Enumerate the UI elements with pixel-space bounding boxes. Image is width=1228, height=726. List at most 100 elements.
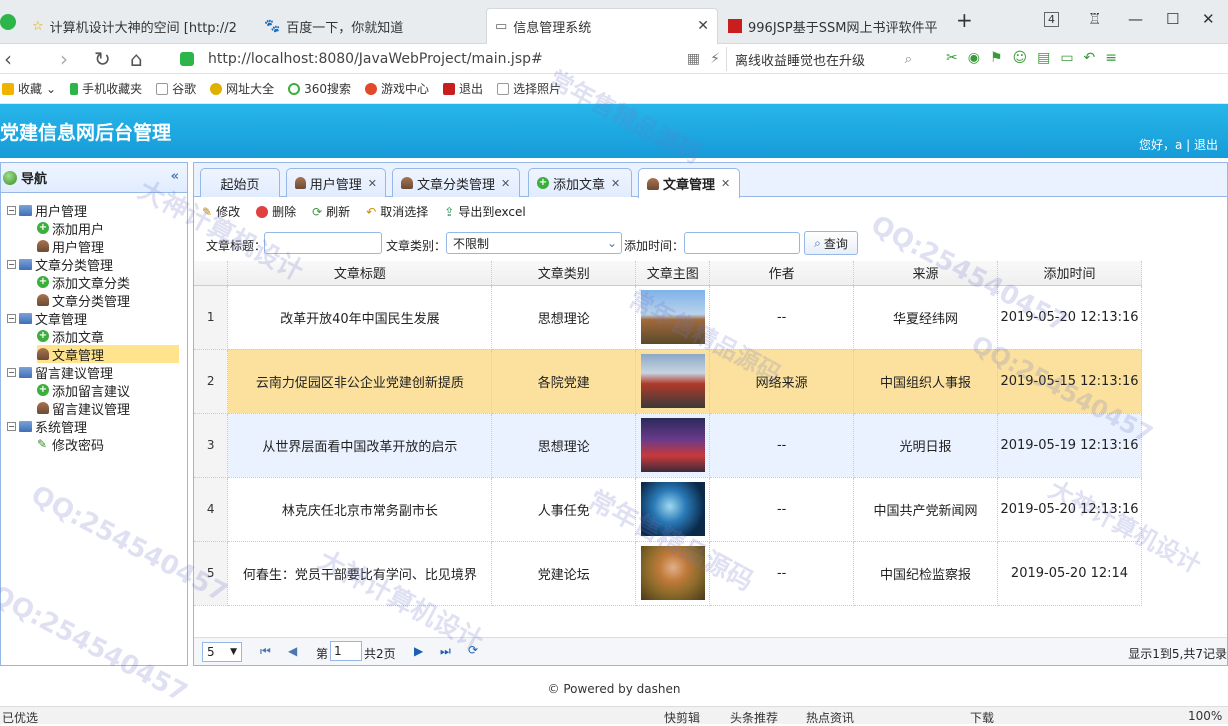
bookmark-google[interactable]: 谷歌 bbox=[156, 80, 196, 97]
qr-icon[interactable]: ▦ bbox=[687, 51, 700, 67]
collapse-node-icon[interactable]: − bbox=[7, 313, 16, 323]
prev-page-icon[interactable]: ◀ bbox=[288, 644, 297, 658]
bookmark-photos[interactable]: 选择照片 bbox=[497, 80, 561, 97]
close-tab-icon[interactable]: ✕ bbox=[611, 177, 620, 190]
bookmark-exit[interactable]: 退出 bbox=[443, 80, 483, 97]
sidebar-item[interactable]: − 文章管理 bbox=[7, 309, 87, 328]
bookmark-games[interactable]: 游戏中心 bbox=[365, 80, 429, 97]
search-icon[interactable]: ⌕ bbox=[905, 52, 912, 67]
status-item[interactable]: 头条推荐 bbox=[730, 709, 778, 726]
back-icon[interactable]: ‹ bbox=[4, 47, 12, 71]
home-icon[interactable]: ⌂ bbox=[130, 47, 143, 71]
nav-globe-icon bbox=[3, 170, 17, 185]
bookmark-hao[interactable]: 网址大全 bbox=[210, 80, 274, 97]
user-icon bbox=[401, 177, 413, 189]
page-size-select[interactable]: 5 ▼ bbox=[202, 642, 242, 662]
shirt-icon[interactable]: ♖ bbox=[1088, 10, 1101, 28]
refresh-icon: ⟳ bbox=[312, 204, 323, 219]
url-field[interactable]: http://localhost:8080/JavaWebProject/mai… bbox=[180, 47, 720, 71]
sidebar-item[interactable]: − 系统管理 bbox=[7, 417, 87, 436]
zoom-level[interactable]: 100% bbox=[1188, 709, 1222, 723]
table-row[interactable]: 1 改革开放40年中国民生发展 思想理论 -- 华夏经纬网 2019-05-20… bbox=[194, 285, 1142, 350]
sidebar-item[interactable]: + 添加留言建议 bbox=[37, 381, 130, 400]
collapse-node-icon[interactable]: − bbox=[7, 367, 16, 377]
search-field[interactable]: 离线收益睡觉也在升级 ⌕ bbox=[726, 47, 926, 71]
tab-article-manage[interactable]: 文章管理 ✕ bbox=[638, 168, 740, 198]
close-tab-icon[interactable]: ✕ bbox=[721, 177, 730, 190]
sidebar-item[interactable]: − 留言建议管理 bbox=[7, 363, 113, 382]
table-row[interactable]: 3 从世界层面看中国改革开放的启示 思想理论 -- 光明日报 2019-05-1… bbox=[194, 413, 1142, 478]
column-header[interactable]: 作者 bbox=[709, 261, 855, 286]
tab-count-badge[interactable]: 4 bbox=[1044, 12, 1059, 27]
collapse-node-icon[interactable]: − bbox=[7, 259, 16, 269]
sidebar-item[interactable]: − 用户管理 bbox=[7, 201, 87, 220]
reload-icon[interactable]: ↻ bbox=[94, 47, 111, 71]
sidebar-item[interactable]: 文章分类管理 bbox=[37, 291, 130, 310]
sidebar-item[interactable]: 留言建议管理 bbox=[37, 399, 130, 418]
collapse-icon[interactable]: « bbox=[171, 169, 179, 184]
browser-tab-1[interactable]: ☆ 计算机设计大神的空间 [http://2 bbox=[24, 8, 244, 44]
edit-button[interactable]: ✎ 修改 bbox=[202, 203, 240, 220]
unselect-button[interactable]: ↶ 取消选择 bbox=[366, 203, 428, 220]
tab-category-manage[interactable]: 文章分类管理 ✕ bbox=[392, 168, 520, 197]
browser-tab-2[interactable]: 🐾 百度一下，你就知道 bbox=[256, 8, 476, 44]
close-tab-icon[interactable]: ✕ bbox=[697, 18, 709, 34]
bookmark-mobile[interactable]: 手机收藏夹 bbox=[70, 80, 142, 97]
table-row[interactable]: 5 何春生：党员干部要比有学问、比见境界 党建论坛 -- 中国纪检监察报 201… bbox=[194, 541, 1142, 606]
last-page-icon[interactable]: ⏭ bbox=[440, 644, 451, 659]
status-item[interactable]: 下载 bbox=[970, 709, 994, 726]
row-number: 2 bbox=[194, 349, 229, 414]
close-tab-icon[interactable]: ✕ bbox=[501, 177, 510, 190]
extension-icons[interactable]: ✂◉⚑☺▤▭↶≡ bbox=[946, 50, 1127, 66]
next-page-icon[interactable]: ▶ bbox=[414, 644, 423, 658]
page-number-input[interactable]: 1 bbox=[330, 641, 362, 661]
column-header[interactable]: 文章类别 bbox=[491, 261, 637, 286]
category-select[interactable]: 不限制 ⌄ bbox=[446, 232, 622, 254]
close-tab-icon[interactable]: ✕ bbox=[368, 177, 377, 190]
column-header[interactable]: 添加时间 bbox=[997, 261, 1142, 286]
welcome-logout[interactable]: 您好，a | 退出 bbox=[1139, 136, 1218, 153]
folder-icon bbox=[19, 312, 32, 324]
maximize-icon[interactable]: ☐ bbox=[1166, 10, 1179, 28]
export-excel-button[interactable]: ⇪ 导出到excel bbox=[444, 203, 525, 220]
bookmark-favorites[interactable]: 收藏 ⌄ bbox=[2, 80, 56, 97]
new-tab-icon[interactable]: + bbox=[956, 8, 973, 32]
sidebar-item[interactable]: ✎ 修改密码 bbox=[37, 435, 104, 454]
page-icon bbox=[156, 82, 169, 95]
column-header[interactable]: 来源 bbox=[853, 261, 998, 286]
status-item[interactable]: 快剪辑 bbox=[664, 709, 700, 726]
panel-tabs: 起始页 用户管理 ✕ 文章分类管理 ✕ + 添加文章 ✕ 文章管理 ✕ bbox=[194, 163, 1227, 198]
column-header[interactable]: 文章标题 bbox=[227, 261, 493, 286]
minimize-icon[interactable]: — bbox=[1128, 10, 1143, 28]
browser-status-bar: 已优选 快剪辑 头条推荐 热点资讯 下载 100% bbox=[0, 706, 1228, 726]
forward-icon[interactable]: › bbox=[60, 47, 68, 71]
sidebar-item[interactable]: − 文章分类管理 bbox=[7, 255, 113, 274]
sidebar-item[interactable]: 用户管理 bbox=[37, 237, 104, 256]
collapse-node-icon[interactable]: − bbox=[7, 205, 16, 215]
table-row[interactable]: 4 林克庆任北京市常务副市长 人事任免 -- 中国共产党新闻网 2019-05-… bbox=[194, 477, 1142, 542]
browser-tab-3[interactable]: ▭ 信息管理系统 ✕ bbox=[486, 8, 718, 44]
column-header[interactable]: 文章主图 bbox=[635, 261, 711, 286]
browser-tab-4[interactable]: 996JSP基于SSM网上书评软件平 bbox=[720, 8, 946, 44]
tab-user-manage[interactable]: 用户管理 ✕ bbox=[286, 168, 386, 197]
bookmark-360[interactable]: 360搜索 bbox=[288, 80, 351, 97]
reload-page-icon[interactable]: ⟳ bbox=[468, 643, 478, 657]
close-window-icon[interactable]: ✕ bbox=[1202, 10, 1215, 28]
table-row[interactable]: 2 云南力促园区非公企业党建创新提质 各院党建 网络来源 中国组织人事报 201… bbox=[194, 349, 1142, 414]
article-thumbnail bbox=[640, 546, 705, 600]
query-button[interactable]: ⌕ 查询 bbox=[804, 231, 858, 255]
delete-button[interactable]: 删除 bbox=[256, 203, 296, 220]
first-page-icon[interactable]: ⏮ bbox=[260, 644, 271, 659]
sidebar-item[interactable]: + 添加文章 bbox=[37, 327, 104, 346]
time-filter-input[interactable] bbox=[684, 232, 800, 254]
status-item[interactable]: 热点资讯 bbox=[806, 709, 854, 726]
collapse-node-icon[interactable]: − bbox=[7, 421, 16, 431]
sidebar-item[interactable]: + 添加文章分类 bbox=[37, 273, 130, 292]
sidebar-item[interactable]: 文章管理 bbox=[37, 345, 179, 364]
tab-home[interactable]: 起始页 bbox=[200, 168, 280, 197]
tab-add-article[interactable]: + 添加文章 ✕ bbox=[528, 168, 632, 197]
sidebar-item[interactable]: + 添加用户 bbox=[37, 219, 104, 238]
title-filter-input[interactable] bbox=[264, 232, 382, 254]
lightning-icon[interactable]: ⚡ bbox=[710, 51, 720, 67]
refresh-button[interactable]: ⟳ 刷新 bbox=[312, 203, 350, 220]
